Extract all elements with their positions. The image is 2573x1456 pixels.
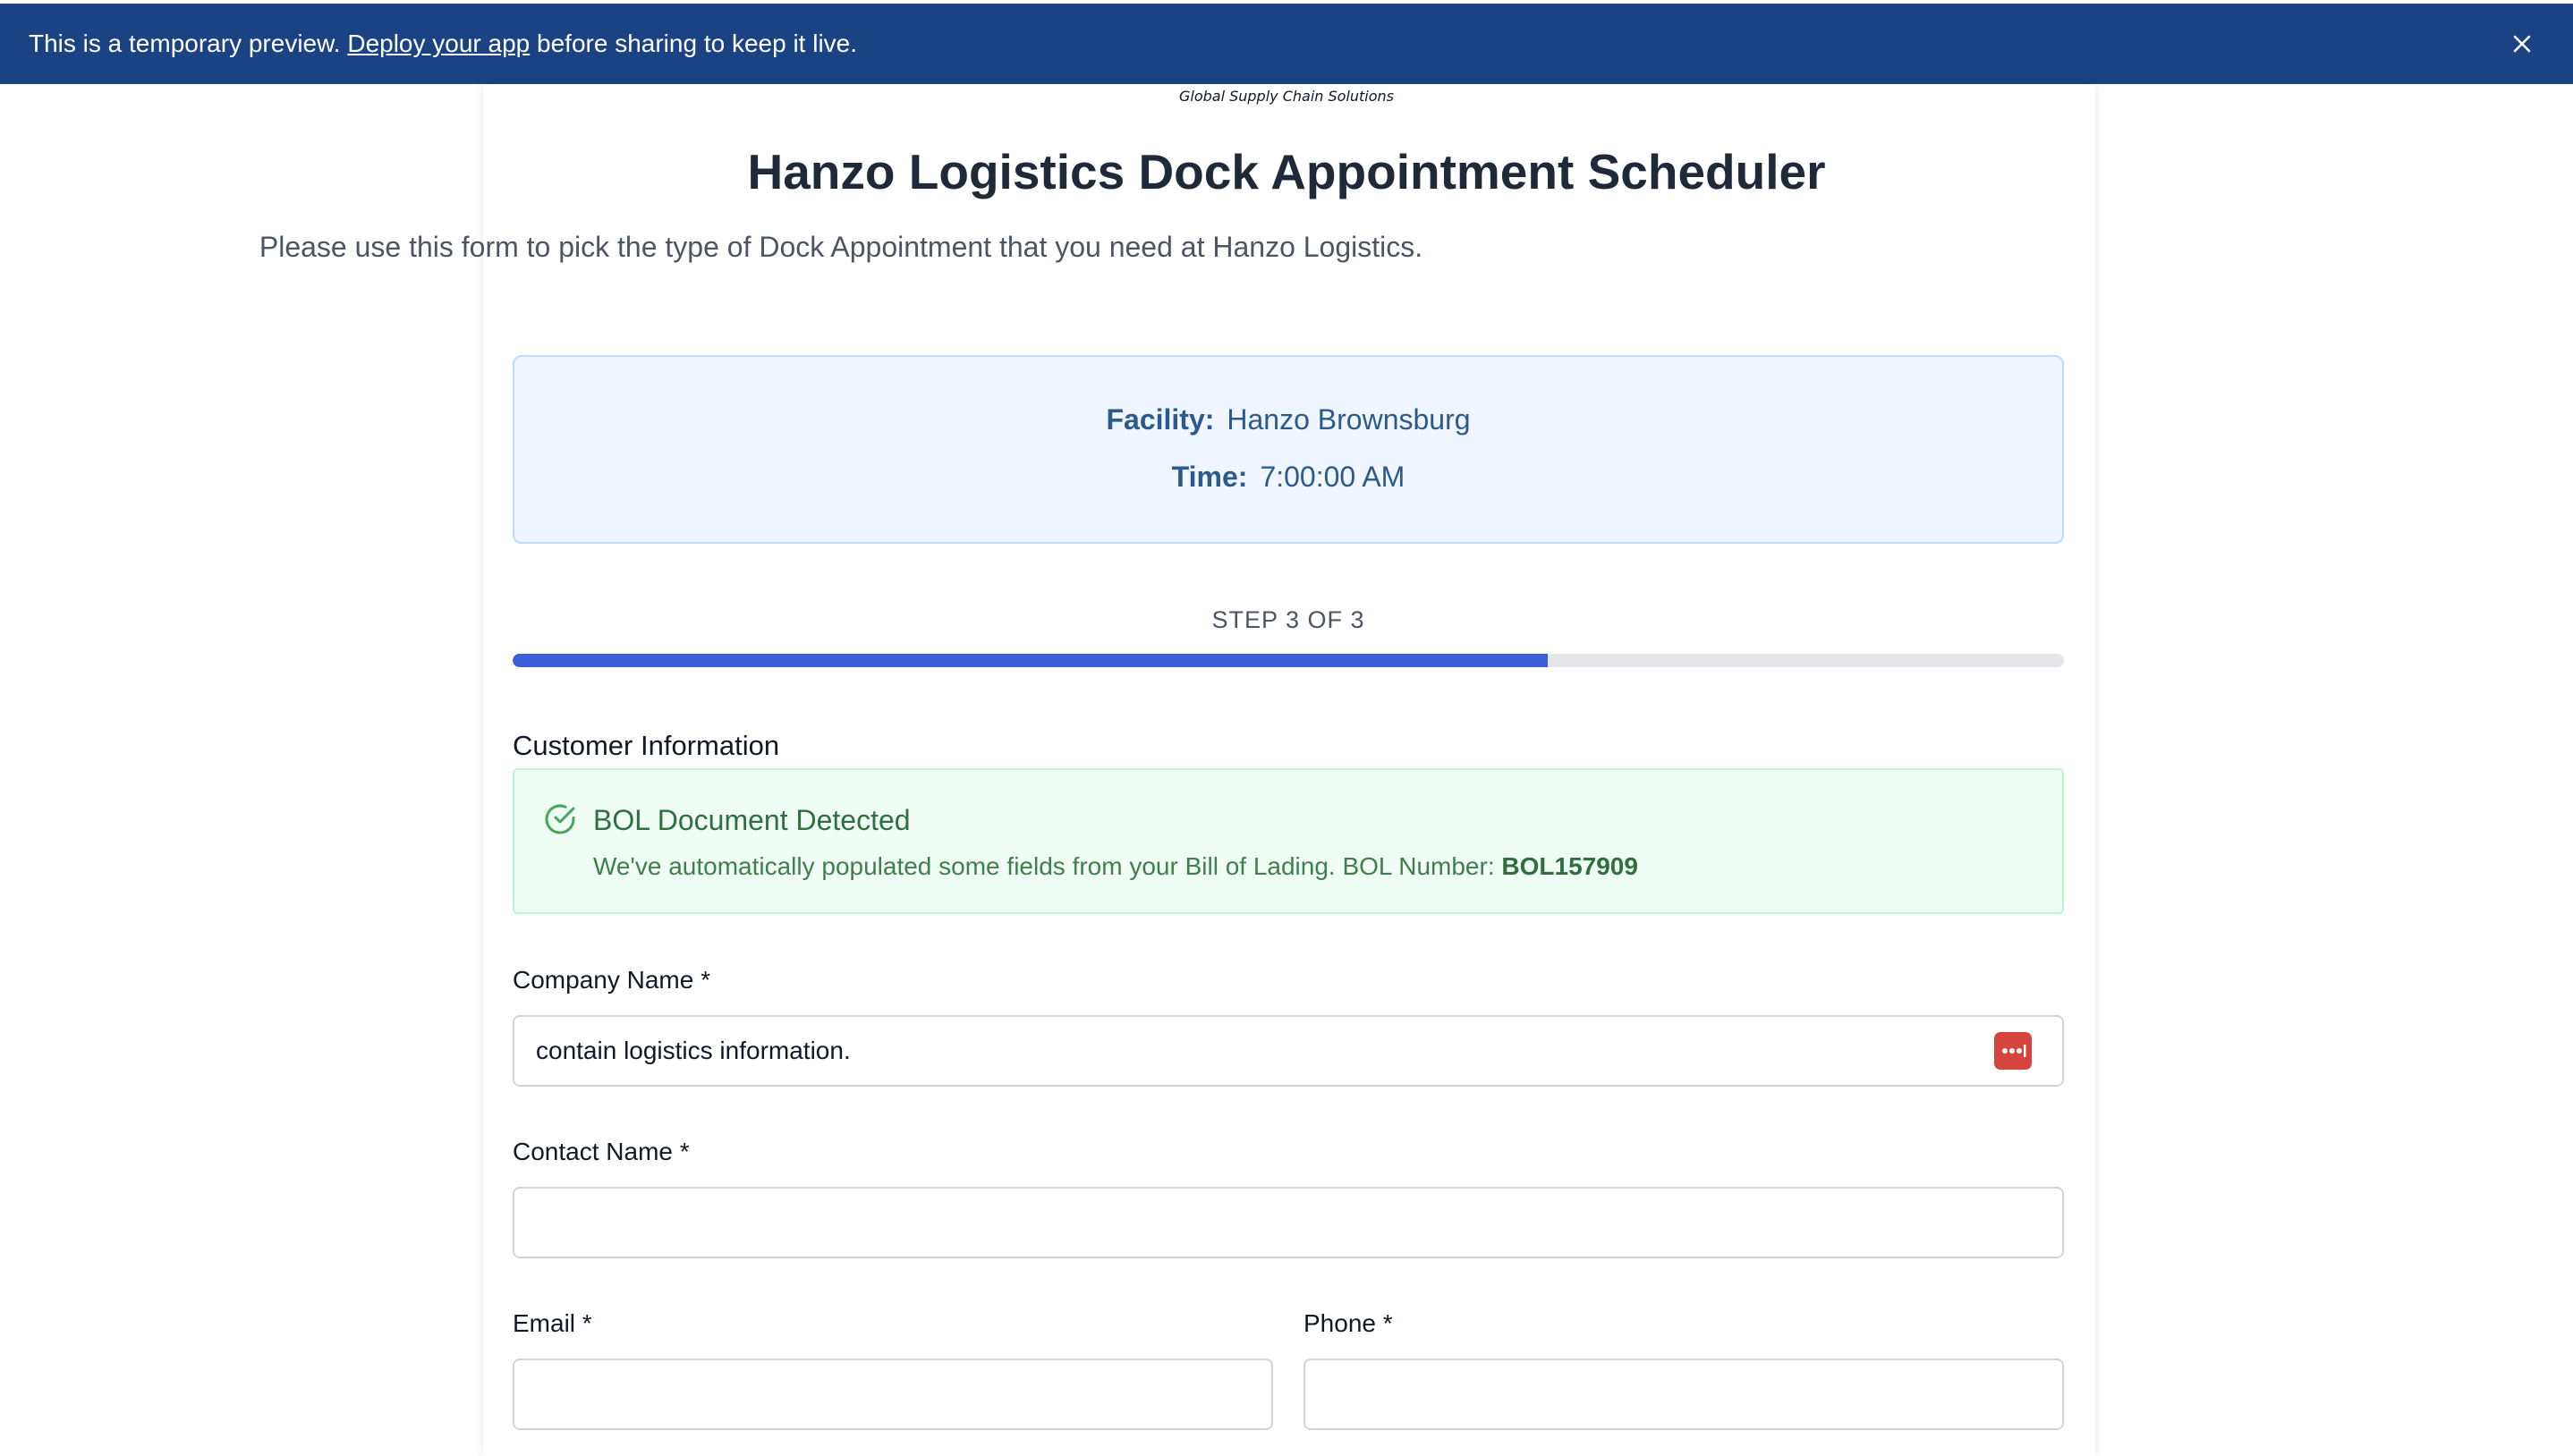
progress-bar — [513, 654, 2064, 667]
company-name-input[interactable] — [513, 1015, 2064, 1087]
deploy-app-link[interactable]: Deploy your app — [347, 30, 530, 57]
time-row: Time: 7:00:00 AM — [514, 461, 2062, 494]
time-label: Time: — [1171, 461, 1248, 493]
page-subtitle: Please use this form to pick the type of… — [259, 231, 1423, 263]
section-title: Customer Information — [513, 730, 780, 761]
close-icon[interactable] — [2509, 30, 2535, 57]
facility-label: Facility: — [1106, 403, 1215, 436]
email-input[interactable] — [513, 1359, 1273, 1430]
page-title: Hanzo Logistics Dock Appointment Schedul… — [747, 144, 1826, 199]
time-value: 7:00:00 AM — [1260, 461, 1405, 493]
bol-number: BOL157909 — [1501, 852, 1638, 880]
step-indicator: STEP 3 OF 3 — [1211, 606, 1365, 633]
phone-label: Phone * — [1303, 1309, 1393, 1337]
alert-body-text: We've automatically populated some field… — [593, 852, 1502, 880]
alert-title: BOL Document Detected — [593, 804, 911, 836]
check-circle-icon — [543, 802, 577, 836]
appointment-info-box: Facility: Hanzo Brownsburg Time: 7:00:00 A… — [513, 355, 2064, 544]
banner-message: This is a temporary preview. Deploy your… — [29, 30, 857, 58]
phone-input[interactable] — [1303, 1359, 2064, 1430]
banner-text-after: before sharing to keep it live. — [530, 30, 858, 57]
bol-detected-alert: BOL Document Detected We've automaticall… — [513, 768, 2064, 914]
banner-text-before: This is a temporary preview. — [29, 30, 348, 57]
password-manager-icon[interactable] — [1994, 1032, 2032, 1070]
facility-row: Facility: Hanzo Brownsburg — [514, 403, 2062, 436]
preview-banner: This is a temporary preview. Deploy your… — [0, 4, 2573, 84]
email-label: Email * — [513, 1309, 592, 1337]
facility-value: Hanzo Brownsburg — [1227, 403, 1471, 436]
company-name-label: Company Name * — [513, 966, 710, 994]
contact-name-input[interactable] — [513, 1187, 2064, 1258]
company-tagline: Global Supply Chain Solutions — [1178, 88, 1395, 105]
progress-bar-fill — [513, 654, 1548, 667]
alert-body: We've automatically populated some field… — [593, 852, 1638, 881]
contact-name-label: Contact Name * — [513, 1138, 690, 1165]
